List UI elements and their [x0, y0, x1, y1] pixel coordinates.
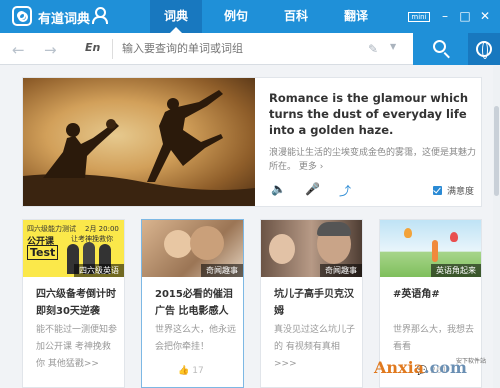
article-card[interactable]: 四六级能力测试 2月 20:00 公开课 让考神挽救你 Test 四六级英语 四… — [22, 219, 125, 388]
tab-translate[interactable]: 翻译 — [330, 0, 382, 33]
balloon — [450, 232, 458, 242]
daily-sentence-card: Romance is the glamour which turns the d… — [22, 77, 482, 207]
watermark-subtitle: 安下软件站 — [456, 358, 487, 365]
scrollbar[interactable] — [493, 66, 500, 388]
forward-arrow-icon[interactable]: → — [44, 41, 57, 59]
satisfaction-label: 满意度 — [447, 187, 475, 197]
balloon — [404, 228, 412, 238]
user-icon[interactable] — [92, 7, 108, 24]
card-thumbnail: 奇闻趣事 — [261, 220, 362, 277]
daily-sentence-chinese: 浪漫能让生活的尘埃变成金色的雾霭，这便是其魅力所在。 更多 › — [269, 146, 477, 174]
chevron-down-icon[interactable]: ▼ — [390, 42, 396, 51]
language-selector[interactable]: En — [85, 41, 100, 54]
likes-value: 17 — [192, 366, 204, 376]
card-tag: 奇闻趣事 — [320, 264, 362, 277]
scrollbar-thumb[interactable] — [494, 106, 499, 196]
microphone-icon[interactable]: 🎤 — [305, 182, 320, 196]
back-arrow-icon[interactable]: ← — [12, 41, 25, 59]
more-link[interactable]: 更多 › — [299, 162, 323, 172]
share-icon[interactable]: ⤴ — [339, 182, 351, 199]
child-face — [269, 234, 295, 264]
site-watermark: Anxia.com 安下软件站 — [370, 350, 500, 388]
card-thumbnail: 四六级能力测试 2月 20:00 公开课 让考神挽救你 Test 四六级英语 — [23, 220, 124, 277]
card-title: 2015必看的催泪广告 比电影感人 — [155, 289, 233, 317]
tab-encyclopedia[interactable]: 百科 — [270, 0, 322, 33]
web-search-button[interactable] — [468, 33, 500, 65]
card-description: 世界这么大，他永远会把你牵挂！ — [155, 325, 237, 352]
card-description: 能不能过一测便知参加公开课 考神挽救你 其他猛戳>> — [36, 325, 118, 369]
watermark-brand: Anxia.com — [374, 358, 467, 377]
globe-icon — [476, 41, 492, 59]
handwriting-icon[interactable]: ✎ — [368, 42, 384, 56]
tab-dictionary[interactable]: 词典 — [150, 0, 202, 33]
beanie — [317, 222, 351, 236]
youdao-logo-icon — [12, 6, 32, 26]
app-title: 有道词典 — [38, 12, 91, 27]
search-input[interactable] — [122, 39, 362, 59]
title-bar: 有道词典 词典 例句 百科 翻译 mini – □ ✕ — [0, 0, 500, 33]
card-thumbnail: 英语角起来 — [380, 220, 481, 277]
maximize-button[interactable]: □ — [458, 9, 472, 23]
close-button[interactable]: ✕ — [478, 9, 492, 23]
card-tag: 英语角起来 — [431, 264, 481, 277]
search-icon — [433, 40, 446, 53]
speaker-icon[interactable]: 🔈 — [271, 182, 286, 196]
divider — [112, 39, 113, 59]
article-card[interactable]: 奇闻趣事 坑儿子高手贝克汉姆 真没见过这么坑儿子的 有视频有真相>>> — [260, 219, 363, 388]
like-count[interactable]: 👍 17 — [178, 366, 204, 376]
card-tag: 奇闻趣事 — [201, 264, 243, 277]
banner-line1: 四六级能力测试 — [27, 225, 76, 233]
card-tag: 四六级英语 — [74, 264, 124, 277]
watermark-brand-name: Anxia — [374, 358, 425, 377]
card-title: 坑儿子高手贝克汉姆 — [274, 289, 354, 317]
card-title: #英语角# — [393, 289, 440, 300]
thumbs-up-icon: 👍 — [178, 366, 190, 376]
search-button[interactable] — [413, 33, 468, 65]
daily-sentence-image — [23, 78, 255, 206]
minimize-button[interactable]: – — [438, 9, 452, 23]
mini-mode-button[interactable]: mini — [408, 12, 430, 22]
card-title: 四六级备考倒计时即刻30天逆袭 — [36, 289, 116, 317]
figure — [432, 240, 438, 262]
article-card[interactable]: 奇闻趣事 2015必看的催泪广告 比电影感人 世界这么大，他永远会把你牵挂！ 👍… — [141, 219, 244, 388]
tab-examples[interactable]: 例句 — [210, 0, 262, 33]
card-description: 真没见过这么坑儿子的 有视频有真相>>> — [274, 325, 356, 369]
satisfaction-checkbox[interactable] — [433, 186, 442, 195]
daily-sentence-english: Romance is the glamour which turns the d… — [269, 91, 469, 137]
banner-date: 2月 20:00 — [85, 225, 119, 233]
adult-face — [190, 226, 224, 260]
banner-line3: Test — [27, 245, 59, 260]
sentence-actions: 🔈 🎤 ⤴ 满意度 — [269, 182, 479, 200]
card-thumbnail: 奇闻趣事 — [142, 220, 243, 277]
child-face — [164, 230, 192, 258]
